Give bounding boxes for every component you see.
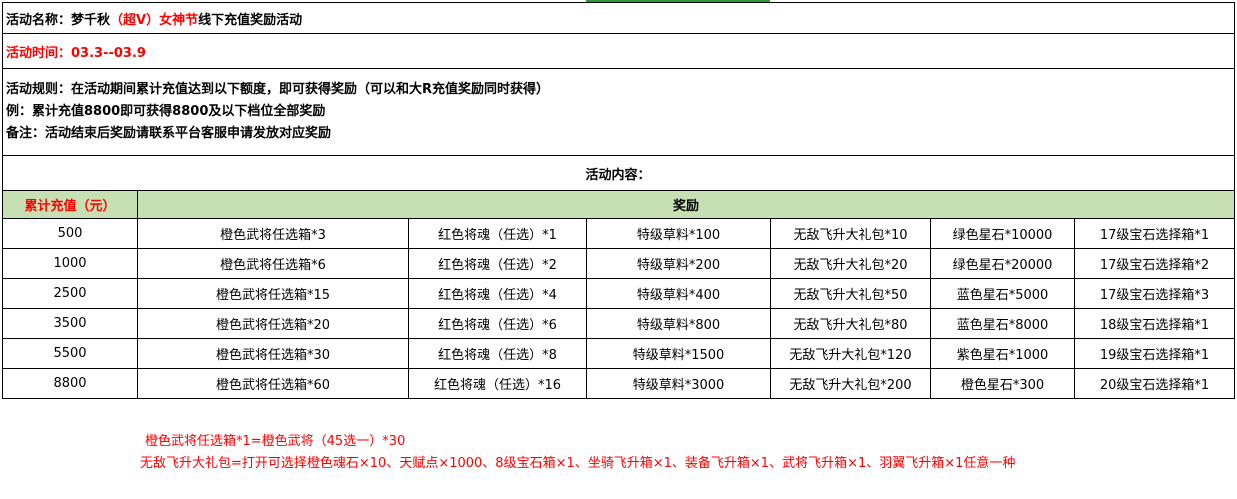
content-heading: 活动内容： — [1, 155, 1236, 191]
rules-line: 活动规则：在活动期间累计充值达到以下额度，即可获得奖励（可以和大R充值奖励同时获… — [6, 82, 550, 97]
time-row: 活动时间：03.3--03.9 — [1, 33, 1236, 69]
cell-red-soul: 红色将魂（任选）*4 — [408, 278, 587, 309]
table-row: 2500 橙色武将任选箱*15 红色将魂（任选）*4 特级草料*400 无敌飞升大礼包*… — [2, 278, 1236, 309]
table-header-row: 累计充值（元） 奖励 — [2, 190, 1236, 219]
cell-giftpack: 无敌飞升大礼包*120 — [770, 338, 931, 369]
cell-starstone: 绿色星石*20000 — [930, 248, 1075, 279]
cell-giftpack: 无敌飞升大礼包*50 — [770, 278, 931, 309]
table-row: 1000 橙色武将任选箱*6 红色将魂（任选）*2 特级草料*200 无敌飞升大礼包*2… — [2, 248, 1236, 279]
cell-red-soul: 红色将魂（任选）*2 — [408, 248, 587, 279]
cell-fodder: 特级草料*3000 — [586, 368, 771, 399]
title-highlight: （超V）女神节 — [110, 12, 199, 28]
cell-starstone: 绿色星石*10000 — [930, 218, 1075, 249]
table-row: 8800 橙色武将任选箱*60 红色将魂（任选）*16 特级草料*3000 无敌飞升大礼… — [2, 368, 1236, 399]
remark-line: 备注：活动结束后奖励请联系平台客服申请发放对应奖励 — [6, 126, 332, 141]
cell-hero-chest: 橙色武将任选箱*3 — [137, 218, 409, 249]
cell-gem-box: 19级宝石选择箱*1 — [1073, 338, 1236, 369]
event-rules: 活动规则：在活动期间累计充值达到以下额度，即可获得奖励（可以和大R充值奖励同时获… — [1, 68, 1236, 156]
cell-hero-chest: 橙色武将任选箱*60 — [137, 368, 409, 399]
cell-starstone: 橙色星石*300 — [930, 368, 1075, 399]
cell-starstone: 紫色星石*1000 — [930, 338, 1075, 369]
event-sheet: 活动名称：梦千秋（超V）女神节线下充值奖励活动 活动时间：03.3--03.9 … — [1, 2, 1236, 399]
header-amount: 累计充值（元） — [2, 190, 138, 219]
cell-amount: 3500 — [2, 308, 138, 339]
note-giftpack: 无敌飞升大礼包=打开可选择橙色魂石×10、天赋点×1000、8级宝石箱×1、坐骑… — [140, 456, 1016, 471]
title-suffix: 线下充值奖励活动 — [198, 12, 303, 28]
header-reward: 奖励 — [136, 190, 1236, 219]
table-row: 5500 橙色武将任选箱*30 红色将魂（任选）*8 特级草料*1500 无敌飞升大礼包… — [2, 338, 1236, 369]
example-line: 例：累计充值8800即可获得8800及以下档位全部奖励 — [6, 104, 326, 119]
cell-starstone: 蓝色星石*8000 — [930, 308, 1075, 339]
cell-giftpack: 无敌飞升大礼包*20 — [770, 248, 931, 279]
cell-gem-box: 18级宝石选择箱*1 — [1073, 308, 1236, 339]
cell-red-soul: 红色将魂（任选）*8 — [408, 338, 587, 369]
event-time: 活动时间：03.3--03.9 — [1, 33, 1236, 69]
cell-fodder: 特级草料*800 — [586, 308, 771, 339]
cell-red-soul: 红色将魂（任选）*16 — [408, 368, 587, 399]
cell-amount: 500 — [2, 218, 138, 249]
content-heading-row: 活动内容： — [1, 155, 1236, 191]
cell-amount: 2500 — [2, 278, 138, 309]
cell-gem-box: 17级宝石选择箱*1 — [1073, 218, 1236, 249]
cell-fodder: 特级草料*400 — [586, 278, 771, 309]
footnotes: 橙色武将任选箱*1=橙色武将（45选一）*30 无敌飞升大礼包=打开可选择橙色魂… — [140, 431, 1015, 475]
cell-starstone: 蓝色星石*5000 — [930, 278, 1075, 309]
event-table: 活动名称：梦千秋（超V）女神节线下充值奖励活动 活动时间：03.3--03.9 … — [1, 2, 1236, 399]
cell-giftpack: 无敌飞升大礼包*80 — [770, 308, 931, 339]
cell-giftpack: 无敌飞升大礼包*10 — [770, 218, 931, 249]
cell-amount: 8800 — [2, 368, 138, 399]
cell-fodder: 特级草料*100 — [586, 218, 771, 249]
cell-fodder: 特级草料*200 — [586, 248, 771, 279]
cell-hero-chest: 橙色武将任选箱*6 — [137, 248, 409, 279]
title-prefix: 活动名称：梦千秋 — [6, 12, 111, 28]
cell-gem-box: 17级宝石选择箱*2 — [1073, 248, 1236, 279]
cell-hero-chest: 橙色武将任选箱*15 — [137, 278, 409, 309]
reward-rows: 500 橙色武将任选箱*3 红色将魂（任选）*1 特级草料*100 无敌飞升大礼包*10… — [2, 218, 1236, 399]
table-row: 500 橙色武将任选箱*3 红色将魂（任选）*1 特级草料*100 无敌飞升大礼包*10… — [2, 218, 1236, 249]
title-row: 活动名称：梦千秋（超V）女神节线下充值奖励活动 — [1, 2, 1236, 34]
cell-red-soul: 红色将魂（任选）*6 — [408, 308, 587, 339]
table-row: 3500 橙色武将任选箱*20 红色将魂（任选）*6 特级草料*800 无敌飞升大礼包*… — [2, 308, 1236, 339]
cell-gem-box: 20级宝石选择箱*1 — [1073, 368, 1236, 399]
event-title: 活动名称：梦千秋（超V）女神节线下充值奖励活动 — [1, 2, 1236, 34]
cell-hero-chest: 橙色武将任选箱*30 — [137, 338, 409, 369]
rules-row: 活动规则：在活动期间累计充值达到以下额度，即可获得奖励（可以和大R充值奖励同时获… — [1, 68, 1236, 156]
time-value: 03.3--03.9 — [71, 45, 146, 61]
cell-red-soul: 红色将魂（任选）*1 — [408, 218, 587, 249]
cell-amount: 5500 — [2, 338, 138, 369]
cell-fodder: 特级草料*1500 — [586, 338, 771, 369]
cell-amount: 1000 — [2, 248, 138, 279]
time-label: 活动时间： — [6, 45, 72, 61]
cell-hero-chest: 橙色武将任选箱*20 — [137, 308, 409, 339]
cell-giftpack: 无敌飞升大礼包*200 — [770, 368, 931, 399]
cell-gem-box: 17级宝石选择箱*3 — [1073, 278, 1236, 309]
note-chest: 橙色武将任选箱*1=橙色武将（45选一）*30 — [145, 434, 406, 449]
